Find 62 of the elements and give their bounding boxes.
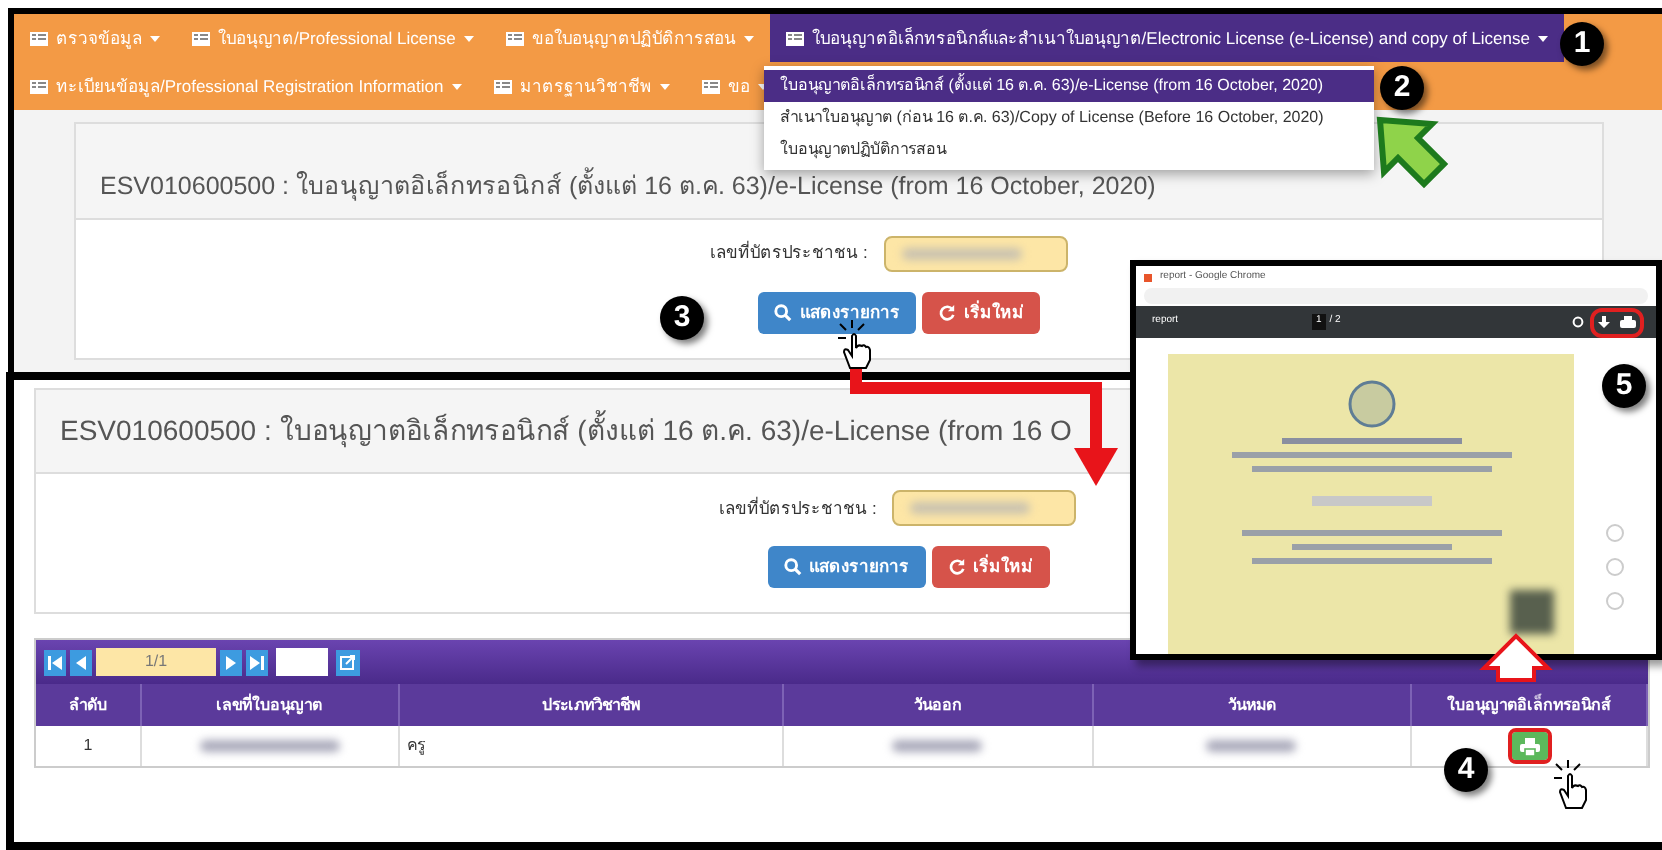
id-card-input-field[interactable] [892, 490, 1077, 526]
page-number-field[interactable]: 1/1 [96, 648, 216, 676]
blurred-value [892, 740, 983, 752]
blurred-value [1206, 740, 1297, 752]
search-icon [774, 303, 792, 322]
menu-item[interactable]: ใบอนุญาตอิเล็กทรอนิกส์และสำเนาใบอนุญาต/Electronic License (e-License) and copy of License [769, 14, 1564, 62]
printer-icon[interactable] [1620, 315, 1636, 329]
id-card-label: เลขที่บัตรประชาชน : [719, 495, 877, 521]
printer-icon [1519, 737, 1540, 755]
refresh-icon [947, 558, 965, 576]
reset-button[interactable]: เริ่มใหม่ [922, 291, 1040, 334]
caret-icon [150, 35, 160, 41]
caret-icon [463, 35, 474, 41]
menu-item[interactable]: ตรวจข้อมูล [14, 14, 176, 62]
id-card-label: เลขที่บัตรประชาชน : [710, 240, 868, 267]
dropdown-item[interactable]: ใบอนุญาตปฏิบัติการสอน [764, 134, 1374, 166]
page-title: ESV010600500 : ใบอนุญาตอิเล็กทรอนิกส์ (ตั้งแต่ 16 ต.ค. 63)/e-License (from 16 O [60, 410, 1072, 452]
pager-arrow-icon [74, 655, 88, 669]
table-cell: 1 [83, 734, 93, 758]
download-icon[interactable] [1598, 315, 1610, 329]
list-icon [701, 79, 720, 93]
page-size-field[interactable] [276, 648, 328, 676]
pager-arrow-icon [250, 655, 264, 669]
pager-button[interactable] [220, 649, 242, 675]
menu-item[interactable]: ทะเบียนข้อมูล/Professional Registration Information [14, 62, 478, 110]
dropdown-item[interactable]: สำเนาใบอนุญาต (ก่อน 16 ต.ค. 63)/Copy of License (Before 16 October, 2020) [764, 102, 1374, 134]
refresh-icon [938, 303, 956, 322]
page-title: ESV010600500 : ใบอนุญาตอิเล็กทรอนิกส์ (ตั้งแต่ 16 ต.ค. 63)/e-License (from 16 October, 2020) [100, 168, 1156, 206]
menu-item[interactable]: มาตรฐานวิชาชีพ [477, 62, 686, 110]
menu-item[interactable]: ขอใบอนุญาตปฏิบัติการสอน [489, 14, 770, 62]
menu-item[interactable]: ใบอนุญาต/Professional License [176, 14, 490, 62]
export-icon [340, 654, 356, 670]
blurred-value [901, 247, 1022, 260]
list-icon [493, 79, 512, 93]
search-button[interactable]: แสดงรายการ [767, 546, 925, 588]
rotate-icon[interactable] [1572, 316, 1584, 328]
search-button[interactable]: แสดงรายการ [758, 291, 916, 334]
table-cell: ครู [407, 734, 426, 758]
pointer-arrow [1376, 116, 1449, 189]
dropdown-item[interactable]: ใบอนุญาตอิเล็กทรอนิกส์ (ตั้งแต่ 16 ต.ค. 63)/e-License (from 16 October, 2020) [764, 70, 1374, 102]
app-icon [1144, 273, 1152, 281]
pager-arrow-icon [48, 655, 62, 669]
caret-icon [1538, 35, 1548, 41]
export-button[interactable] [336, 649, 360, 675]
search-icon [783, 558, 801, 576]
pager-button[interactable] [44, 649, 66, 675]
print-button[interactable] [1511, 732, 1548, 760]
list-icon [192, 31, 210, 45]
caret-icon [743, 35, 754, 41]
list-icon [785, 31, 804, 45]
pager-arrow-icon [224, 655, 238, 669]
pager-button[interactable] [70, 649, 92, 675]
id-card-input-field[interactable] [883, 235, 1068, 272]
list-icon [505, 31, 524, 45]
caret-icon [659, 83, 670, 89]
blurred-value [199, 740, 340, 752]
list-icon [30, 79, 48, 93]
pager-button[interactable] [246, 649, 268, 675]
list-icon [30, 31, 48, 45]
caret-icon [451, 83, 462, 89]
blurred-value [910, 502, 1031, 514]
reset-button[interactable]: เริ่มใหม่ [931, 546, 1049, 588]
